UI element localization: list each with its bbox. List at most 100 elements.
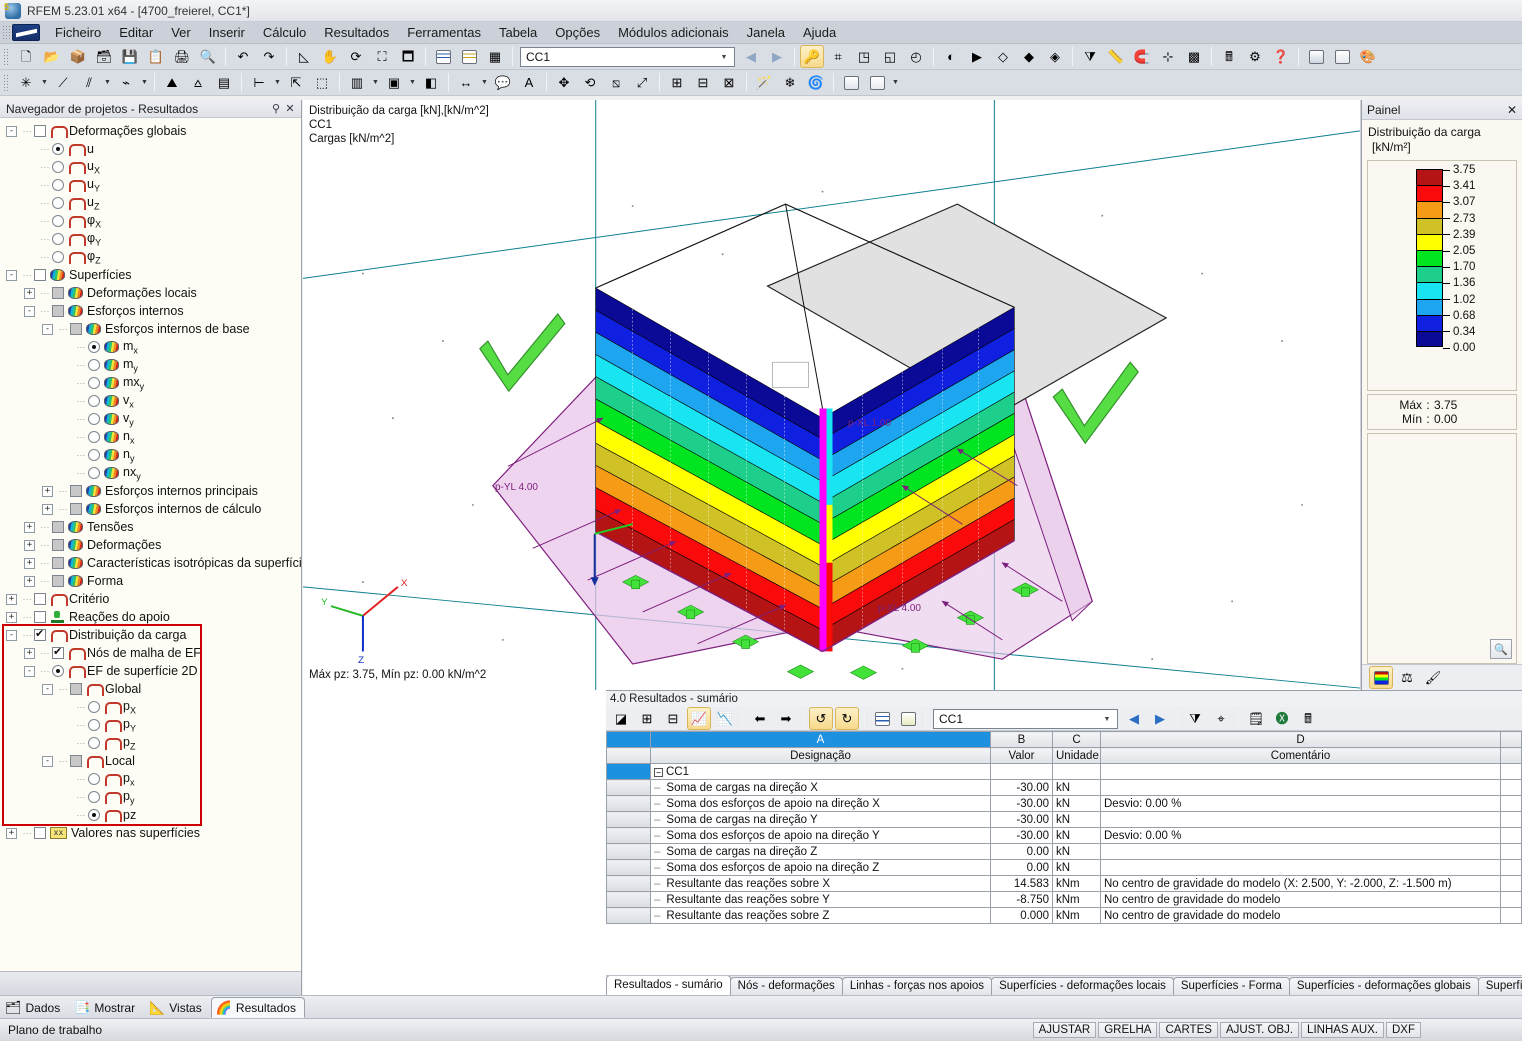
tree-checkbox[interactable]: [34, 593, 46, 605]
results-tab-6[interactable]: Superfícies - esforços internos de base: [1477, 977, 1522, 995]
wireframe-button[interactable]: ◇: [991, 45, 1015, 68]
table-row[interactable]: – Soma de cargas na direção Z 0.00 kN: [606, 843, 1522, 860]
scales-button[interactable]: ⚖: [1395, 666, 1419, 689]
show-results-button[interactable]: 🔑: [800, 45, 824, 68]
tree-item-z[interactable]: ⋯ φZ: [6, 248, 301, 266]
new-file-button[interactable]: 🗋: [14, 45, 38, 68]
zoom-icon[interactable]: 🔍: [1490, 639, 1512, 659]
menu-grip-handle[interactable]: [2, 24, 10, 41]
menu-item-tabela[interactable]: Tabela: [490, 22, 546, 43]
results-grid-wrapper[interactable]: A B C D Designação Valor Unidade Comentá…: [606, 731, 1522, 975]
tree-item-deforma-es-locais[interactable]: + ⋯ Deformações locais: [6, 284, 301, 302]
deform-render-button[interactable]: ◐: [939, 45, 963, 68]
tree-item-distribui-o-da-carga[interactable]: -⋯ Distribuição da carga: [6, 626, 301, 644]
tree-item-esfor-os-internos[interactable]: - ⋯ Esforços internos: [6, 302, 301, 320]
results-table-tabs[interactable]: Resultados - sumário Nós - deformações Lin…: [606, 975, 1522, 995]
collapse-icon[interactable]: -: [6, 125, 17, 137]
collapse-icon[interactable]: -: [42, 755, 53, 767]
tree-item-rea-es-do-apoio[interactable]: + ⋯ Reações do apoio: [6, 608, 301, 626]
tree-item-tens-es[interactable]: + ⋯ Tensões: [6, 518, 301, 536]
prev-load-case-button[interactable]: ◀: [739, 45, 763, 68]
scale-button[interactable]: ⤢: [630, 71, 654, 94]
collapse-icon[interactable]: -: [6, 269, 17, 281]
mirror-button[interactable]: ⧅: [604, 71, 628, 94]
tree-checkbox[interactable]: [52, 305, 64, 317]
table-row[interactable]: – Soma de cargas na direção X -30.00 kN: [606, 779, 1522, 796]
menu-item-resultados[interactable]: Resultados: [315, 22, 398, 43]
tree-radio[interactable]: [88, 737, 100, 749]
tree-radio[interactable]: [52, 143, 64, 155]
results-tab-3[interactable]: Superfícies - deformações locais: [991, 977, 1174, 995]
save-model-button[interactable]: 🗃: [92, 45, 116, 68]
new-node-button[interactable]: ✳: [14, 71, 38, 94]
solid-button[interactable]: ◆: [1017, 45, 1041, 68]
table-next-button[interactable]: ➡: [774, 707, 798, 730]
expand-icon[interactable]: +: [24, 647, 35, 659]
table-row[interactable]: – Soma de cargas na direção Y -30.00 kN: [606, 811, 1522, 828]
table-redo-button[interactable]: ↻: [835, 707, 859, 730]
tree-item-uy[interactable]: ⋯ uY: [6, 176, 301, 194]
table-undo-button[interactable]: ↺: [809, 707, 833, 730]
results-tab-5[interactable]: Superfícies - deformações globais: [1288, 977, 1479, 995]
result-diagram-button[interactable]: ◳: [852, 45, 876, 68]
help-toolbar-button[interactable]: ❓: [1269, 45, 1293, 68]
tree-item-forma[interactable]: + ⋯ Forma: [6, 572, 301, 590]
grid-corner-cell[interactable]: [606, 731, 651, 748]
new-opening-button[interactable]: ▣: [382, 71, 406, 94]
menu-item-calculo[interactable]: Cálculo: [254, 22, 315, 43]
table-row[interactable]: – Soma dos esforços de apoio na direção Y…: [606, 827, 1522, 844]
table-row[interactable]: – Resultante das reações sobre X 14.583 kNm…: [606, 875, 1522, 892]
rotate-view-button[interactable]: ⟳: [344, 45, 368, 68]
tree-radio[interactable]: [88, 359, 100, 371]
tree-checkbox[interactable]: [34, 611, 46, 623]
tree-item-superf-cies[interactable]: - ⋯ Superfícies: [6, 266, 301, 284]
table-select-button[interactable]: ⌖: [1209, 707, 1233, 730]
tree-item-py[interactable]: ⋯ py: [6, 788, 301, 806]
row-header-cell[interactable]: [606, 811, 651, 828]
new-node-dropdown[interactable]: ▼: [39, 71, 50, 94]
mesh-gen-button[interactable]: ⊞: [665, 71, 689, 94]
tree-checkbox[interactable]: [34, 827, 46, 839]
grid-col-letter-b[interactable]: B: [990, 731, 1053, 748]
tree-item-local[interactable]: - ⋯ Local: [6, 752, 301, 770]
measure-button[interactable]: 📏: [1104, 45, 1128, 68]
table-group-row[interactable]: − CC1: [606, 763, 1522, 780]
tree-radio[interactable]: [88, 719, 100, 731]
tree-item-global[interactable]: - ⋯ Global: [6, 680, 301, 698]
table-view2-button[interactable]: [457, 45, 481, 68]
table-edit-button[interactable]: ◪: [609, 707, 633, 730]
toolbar-grip-handle[interactable]: [3, 47, 10, 66]
results-next-case-button[interactable]: ▶: [1148, 707, 1172, 730]
expand-icon[interactable]: +: [24, 557, 35, 569]
chevron-down-icon[interactable]: ▼: [1099, 712, 1115, 727]
view-colors-button[interactable]: 🎨: [1356, 45, 1380, 68]
comment-button[interactable]: 💬: [491, 71, 515, 94]
tree-item-ny[interactable]: ⋯ ny: [6, 446, 301, 464]
expand-icon[interactable]: +: [6, 827, 17, 839]
menu-item-ver[interactable]: Ver: [162, 22, 200, 43]
open-model-button[interactable]: 📦: [66, 45, 90, 68]
status-toggle-cartes[interactable]: CARTES: [1159, 1022, 1218, 1038]
sidebar-tab-vistas[interactable]: 📐 Vistas: [144, 997, 211, 1018]
tree-item-crit-rio[interactable]: + ⋯ Critério: [6, 590, 301, 608]
tree-radio[interactable]: [52, 161, 64, 173]
results-tab-2[interactable]: Linhas - forças nos apoios: [841, 977, 993, 995]
result-iso-button[interactable]: ◴: [904, 45, 928, 68]
tree-item-uz[interactable]: ⋯ uZ: [6, 194, 301, 212]
tree-item-nxy[interactable]: ⋯ nxy: [6, 464, 301, 482]
tree-radio[interactable]: [52, 197, 64, 209]
tree-checkbox[interactable]: [52, 521, 64, 533]
view-list-button[interactable]: [1330, 45, 1354, 68]
mesh-refine-button[interactable]: ⊠: [717, 71, 741, 94]
collapse-icon[interactable]: -: [24, 665, 35, 677]
tree-radio[interactable]: [88, 809, 100, 821]
tree-item-deforma-es[interactable]: + ⋯ Deformações: [6, 536, 301, 554]
tree-item-pz[interactable]: ⋯ pz: [6, 806, 301, 824]
expand-icon[interactable]: +: [24, 287, 35, 299]
grid-col-letter-c[interactable]: C: [1052, 731, 1101, 748]
sidebar-tab-resultados[interactable]: 🌈 Resultados: [210, 997, 305, 1018]
tree-item-y[interactable]: ⋯ φY: [6, 230, 301, 248]
expand-icon[interactable]: +: [6, 611, 17, 623]
new-member-load-button[interactable]: ⊢: [247, 71, 271, 94]
results-tab-1[interactable]: Nós - deformações: [729, 977, 843, 995]
